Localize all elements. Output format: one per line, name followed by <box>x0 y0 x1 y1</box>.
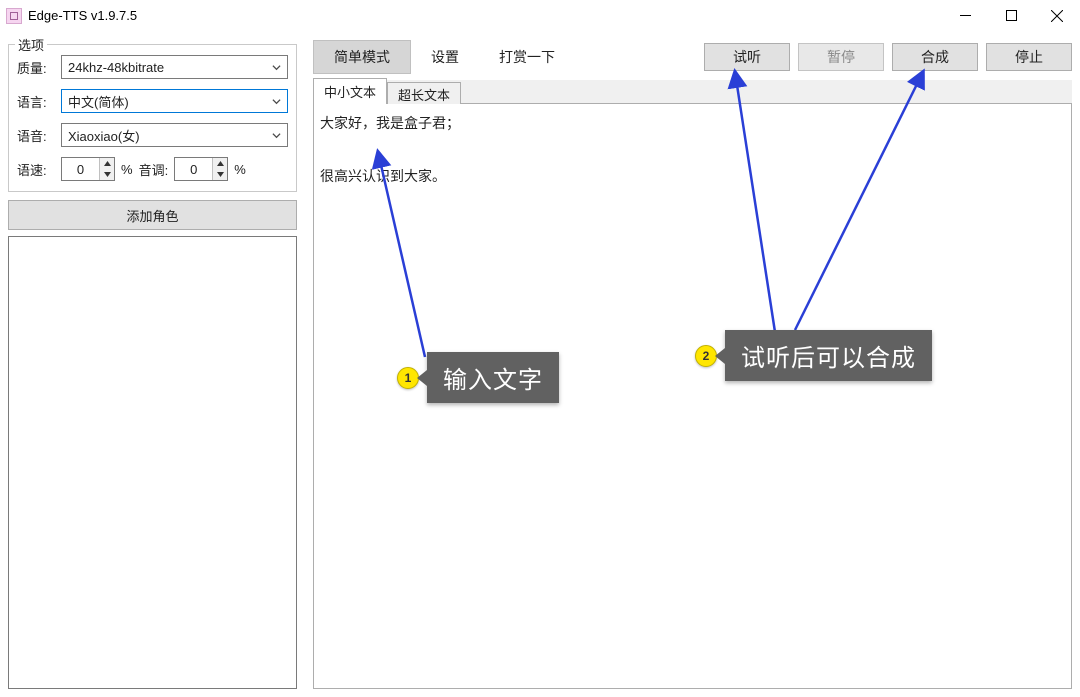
text-sub-tabs: 中小文本 超长文本 <box>313 80 1072 104</box>
text-input[interactable]: 大家好，我是盒子君； 很高兴认识到大家。 <box>314 104 1071 688</box>
voice-combo[interactable]: Xiaoxiao(女) <box>61 123 288 147</box>
main-toolbar: 简单模式 设置 打赏一下 试听 暂停 合成 停止 <box>305 40 1080 74</box>
pitch-down-button[interactable] <box>213 169 227 180</box>
app-body: 选项 质量: 24khz-48kbitrate 语言: 中文(简体) <box>0 32 1080 697</box>
subtab-long-label: 超长文本 <box>398 88 450 103</box>
add-role-button[interactable]: 添加角色 <box>8 200 297 230</box>
subtab-short-label: 中小文本 <box>324 85 376 100</box>
stop-button[interactable]: 停止 <box>986 43 1072 71</box>
voice-value: Xiaoxiao(女) <box>68 126 140 145</box>
speed-value: 0 <box>62 158 99 180</box>
add-role-label: 添加角色 <box>126 206 178 225</box>
pitch-label: 音调: <box>139 160 169 179</box>
speed-percent: % <box>121 162 133 177</box>
app-title: Edge-TTS v1.9.7.5 <box>28 8 137 23</box>
pitch-value: 0 <box>175 158 212 180</box>
quality-value: 24khz-48kbitrate <box>68 60 164 75</box>
preview-label: 试听 <box>733 47 761 67</box>
tab-settings-label: 设置 <box>431 49 459 65</box>
quality-combo[interactable]: 24khz-48kbitrate <box>61 55 288 79</box>
voice-label: 语音: <box>17 126 55 145</box>
subtab-short-text[interactable]: 中小文本 <box>313 78 387 104</box>
pitch-up-button[interactable] <box>213 158 227 169</box>
quality-row: 质量: 24khz-48kbitrate <box>17 55 288 79</box>
options-group-title: 选项 <box>15 35 47 54</box>
title-bar: Edge-TTS v1.9.7.5 <box>0 0 1080 32</box>
maximize-button[interactable] <box>988 0 1034 31</box>
stop-label: 停止 <box>1015 47 1043 67</box>
pitch-percent: % <box>234 162 246 177</box>
language-row: 语言: 中文(简体) <box>17 89 288 113</box>
tab-donate-label: 打赏一下 <box>499 49 555 65</box>
quality-label: 质量: <box>17 58 55 77</box>
app-icon <box>6 8 22 24</box>
tab-settings[interactable]: 设置 <box>411 41 479 73</box>
speed-up-button[interactable] <box>100 158 114 169</box>
synthesize-label: 合成 <box>921 47 949 67</box>
preview-button[interactable]: 试听 <box>704 43 790 71</box>
synthesize-button[interactable]: 合成 <box>892 43 978 71</box>
voice-row: 语音: Xiaoxiao(女) <box>17 123 288 147</box>
pause-button[interactable]: 暂停 <box>798 43 884 71</box>
chevron-down-icon <box>269 131 283 140</box>
subtab-long-text[interactable]: 超长文本 <box>387 82 461 106</box>
language-label: 语言: <box>17 92 55 111</box>
minimize-button[interactable] <box>942 0 988 31</box>
chevron-down-icon <box>269 97 283 106</box>
options-groupbox: 选项 质量: 24khz-48kbitrate 语言: 中文(简体) <box>8 44 297 192</box>
role-list[interactable] <box>8 236 297 689</box>
speed-stepper[interactable]: 0 <box>61 157 115 181</box>
language-combo[interactable]: 中文(简体) <box>61 89 288 113</box>
tab-donate[interactable]: 打赏一下 <box>479 41 575 73</box>
title-bar-left: Edge-TTS v1.9.7.5 <box>6 8 137 24</box>
sidebar: 选项 质量: 24khz-48kbitrate 语言: 中文(简体) <box>0 32 305 697</box>
speed-label: 语速: <box>17 160 55 179</box>
chevron-down-icon <box>269 63 283 72</box>
language-value: 中文(简体) <box>68 92 129 111</box>
tab-simple-label: 简单模式 <box>334 49 390 65</box>
pitch-stepper[interactable]: 0 <box>174 157 228 181</box>
window-controls <box>942 0 1080 31</box>
speed-down-button[interactable] <box>100 169 114 180</box>
text-area-wrap: 大家好，我是盒子君； 很高兴认识到大家。 <box>313 104 1072 689</box>
speed-pitch-row: 语速: 0 % 音调: 0 % <box>17 157 288 181</box>
tab-simple-mode[interactable]: 简单模式 <box>313 40 411 74</box>
close-button[interactable] <box>1034 0 1080 31</box>
main-area: 简单模式 设置 打赏一下 试听 暂停 合成 停止 中 <box>305 32 1080 697</box>
pause-label: 暂停 <box>827 47 855 67</box>
